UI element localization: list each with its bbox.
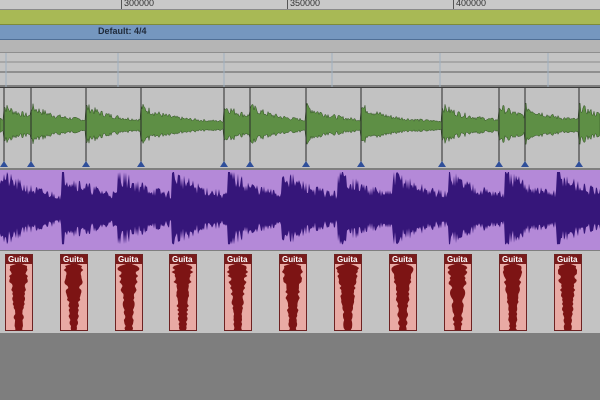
clip-waveform (391, 264, 414, 330)
clip-name-label: Guita (335, 255, 361, 264)
clip-name-label: Guita (500, 255, 526, 264)
guitar-clip[interactable]: Guita (554, 254, 582, 331)
clip-waveform-shape (226, 264, 249, 330)
clip-waveform (335, 264, 360, 330)
clip-waveform-shape (281, 264, 303, 330)
grid-lane (0, 53, 600, 87)
selection-bar[interactable] (0, 10, 600, 25)
clip-name-label: Guita (280, 255, 306, 264)
guitar-clip[interactable]: Guita (169, 254, 197, 331)
transient-marker-triangle[interactable] (137, 161, 145, 167)
ruler-label-2: 350000 (290, 0, 321, 8)
meter-ruler[interactable]: Default: 4/4 (0, 25, 600, 40)
clip-name-label: Guita (116, 255, 142, 264)
clip-waveform-shape (557, 264, 578, 330)
clip-name-label: Guita (555, 255, 581, 264)
purple-waveform-shape (0, 172, 600, 245)
transient-marker-triangle[interactable] (302, 161, 310, 167)
green-waveform-shape (0, 102, 600, 146)
guitar-clip[interactable]: Guita (5, 254, 33, 331)
transient-marker-triangle[interactable] (357, 161, 365, 167)
grid-lines (0, 53, 600, 87)
guitar-clip[interactable]: Guita (444, 254, 472, 331)
clip-name-label: Guita (61, 255, 87, 264)
transient-marker-triangle[interactable] (495, 161, 503, 167)
timeline-ruler[interactable]: 300000 350000 400000 (0, 0, 600, 10)
clip-waveform-shape (117, 264, 140, 330)
clip-waveform (117, 264, 140, 330)
clip-waveform-shape (447, 264, 468, 330)
clip-waveform (447, 264, 468, 330)
clip-waveform (9, 264, 28, 330)
clip-name-label: Guita (445, 255, 471, 264)
ruler-label-1: 300000 (124, 0, 155, 8)
green-waveform (0, 88, 600, 167)
clip-waveform-shape (171, 264, 194, 330)
clip-waveform-shape (502, 264, 523, 330)
guitar-clip[interactable]: Guita (334, 254, 362, 331)
clip-name-label: Guita (6, 255, 32, 264)
clip-waveform-shape (9, 264, 28, 330)
clip-waveform (171, 264, 194, 330)
guitar-track[interactable]: Guita Guita Guita Guita Guita Guita Guita Guita… (0, 251, 600, 333)
guitar-clip[interactable]: Guita (389, 254, 417, 331)
transient-marker-triangle[interactable] (220, 161, 228, 167)
audio-track-green[interactable] (0, 87, 600, 168)
transient-marker-triangle[interactable] (0, 161, 8, 167)
ruler-label-3: 400000 (456, 0, 487, 8)
guitar-clip[interactable]: Guita (224, 254, 252, 331)
audio-track-purple[interactable] (0, 170, 600, 250)
purple-waveform (0, 172, 600, 245)
clip-waveform-shape (63, 264, 84, 330)
clip-name-label: Guita (225, 255, 251, 264)
transient-marker-triangle[interactable] (82, 161, 90, 167)
ruler-tick (453, 0, 454, 9)
transient-marker-triangle[interactable] (575, 161, 583, 167)
clip-name-label: Guita (170, 255, 196, 264)
clip-waveform (502, 264, 523, 330)
guitar-clip[interactable]: Guita (279, 254, 307, 331)
clip-waveform (557, 264, 578, 330)
guitar-clip[interactable]: Guita (499, 254, 527, 331)
guitar-clip[interactable]: Guita (115, 254, 143, 331)
clip-waveform (226, 264, 249, 330)
meter-label: Default: 4/4 (98, 26, 147, 36)
transient-marker-triangle[interactable] (438, 161, 446, 167)
clip-waveform-shape (335, 264, 360, 330)
clip-waveform (281, 264, 303, 330)
clip-waveform (63, 264, 84, 330)
transient-marker-triangle[interactable] (521, 161, 529, 167)
clip-name-label: Guita (390, 255, 416, 264)
marker-lane[interactable] (0, 40, 600, 53)
transient-marker-triangle[interactable] (27, 161, 35, 167)
clip-waveform-shape (391, 264, 414, 330)
empty-track-area (0, 333, 600, 400)
transient-marker-triangle[interactable] (246, 161, 254, 167)
ruler-tick (287, 0, 288, 9)
guitar-clip[interactable]: Guita (60, 254, 88, 331)
ruler-tick (121, 0, 122, 9)
